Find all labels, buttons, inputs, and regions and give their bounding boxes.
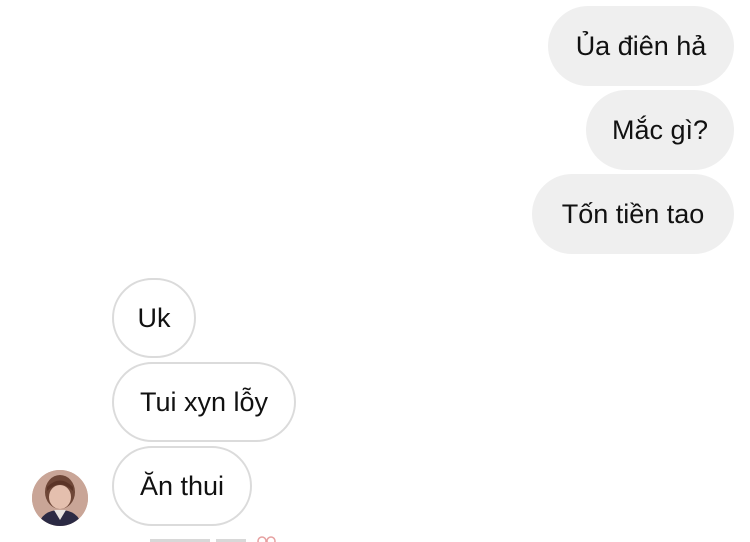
avatar-photo bbox=[32, 470, 88, 526]
message-thread: Ủa điên hả Mắc gì? Tốn tiền tao Uk Tui x… bbox=[0, 0, 750, 542]
user-avatar-icon[interactable] bbox=[32, 470, 88, 526]
received-message[interactable]: Uk bbox=[112, 278, 196, 358]
received-message[interactable]: Ăn thui bbox=[112, 446, 252, 526]
truncated-text-icon bbox=[150, 536, 276, 542]
sent-message[interactable]: Mắc gì? bbox=[586, 90, 734, 170]
sent-message[interactable]: Ủa điên hả bbox=[548, 6, 734, 86]
sent-message[interactable]: Tốn tiền tao bbox=[532, 174, 734, 254]
received-message[interactable]: Tui xyn lỗy bbox=[112, 362, 296, 442]
